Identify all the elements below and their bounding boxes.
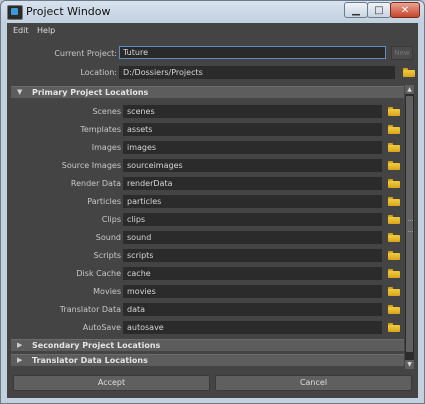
location-row-label: Source Images	[61, 161, 121, 170]
folder-icon[interactable]	[388, 107, 400, 116]
folder-icon[interactable]	[388, 215, 400, 224]
location-row-input[interactable]: data	[123, 303, 382, 316]
title-bar[interactable]: Project Window ▁ □ ✕	[1, 1, 424, 22]
location-row-input[interactable]: scripts	[123, 249, 382, 262]
scroll-down-icon[interactable]: ▼	[405, 360, 414, 369]
window-title: Project Window	[26, 5, 111, 18]
section-primary-title: Primary Project Locations	[32, 88, 149, 97]
cancel-button[interactable]: Cancel	[215, 375, 412, 391]
maximize-button[interactable]: □	[367, 2, 391, 18]
location-row-label: Clips	[101, 215, 121, 224]
location-row-input[interactable]: sourceimages	[123, 159, 382, 172]
project-window: Project Window ▁ □ ✕ Edit Help Current P…	[0, 0, 425, 404]
current-project-input[interactable]: Tuture	[119, 46, 386, 59]
location-input[interactable]: D:/Dossiers/Projects	[119, 66, 395, 79]
folder-icon[interactable]	[388, 287, 400, 296]
section-secondary-header[interactable]: ▶ Secondary Project Locations	[11, 339, 404, 351]
folder-icon[interactable]	[388, 305, 400, 314]
location-row-input[interactable]: renderData	[123, 177, 382, 190]
folder-icon[interactable]	[388, 251, 400, 260]
expand-arrow-icon: ▶	[17, 341, 23, 349]
location-row-label: Sound	[95, 233, 121, 242]
location-row-input[interactable]: sound	[123, 231, 382, 244]
folder-icon[interactable]	[388, 323, 400, 332]
location-row-label: Disk Cache	[76, 269, 121, 278]
folder-icon[interactable]	[388, 233, 400, 242]
location-row-input[interactable]: scenes	[123, 105, 382, 118]
minimize-button[interactable]: ▁	[344, 2, 368, 18]
folder-icon[interactable]	[403, 68, 415, 77]
location-row-input[interactable]: images	[123, 141, 382, 154]
location-row-label: Images	[91, 143, 121, 152]
menu-bar: Edit Help	[7, 23, 418, 39]
folder-icon[interactable]	[388, 143, 400, 152]
folder-icon[interactable]	[388, 125, 400, 134]
location-row-label: Scripts	[93, 251, 121, 260]
section-secondary-title: Secondary Project Locations	[32, 341, 161, 350]
location-row-label: Translator Data	[59, 305, 121, 314]
scroll-thumb[interactable]	[406, 96, 413, 352]
expand-arrow-icon: ▶	[17, 356, 23, 364]
location-row-label: AutoSave	[82, 323, 121, 332]
location-row-input[interactable]: particles	[123, 195, 382, 208]
location-row-input[interactable]: assets	[123, 123, 382, 136]
folder-icon[interactable]	[388, 161, 400, 170]
folder-icon[interactable]	[388, 197, 400, 206]
collapse-arrow-icon: ▼	[17, 88, 23, 96]
location-row-label: Particles	[87, 197, 121, 206]
menu-edit[interactable]: Edit	[13, 26, 29, 35]
close-icon: ✕	[400, 4, 410, 16]
app-icon	[7, 5, 23, 20]
section-translator-title: Translator Data Locations	[32, 356, 148, 365]
location-row-label: Render Data	[70, 179, 121, 188]
accept-button[interactable]: Accept	[13, 375, 210, 391]
location-row-label: Scenes	[92, 107, 121, 116]
location-row-label: Templates	[80, 125, 121, 134]
location-row-input[interactable]: cache	[123, 267, 382, 280]
location-row-input[interactable]: autosave	[123, 321, 382, 334]
close-button[interactable]: ✕	[390, 2, 420, 18]
menu-help[interactable]: Help	[37, 26, 55, 35]
section-primary-header[interactable]: ▼ Primary Project Locations	[11, 86, 404, 98]
maximize-icon: □	[374, 4, 384, 16]
new-project-button[interactable]: New	[391, 46, 413, 60]
current-project-label: Current Project:	[54, 49, 117, 58]
location-row-label: Movies	[93, 287, 121, 296]
location-row-input[interactable]: clips	[123, 213, 382, 226]
location-row-input[interactable]: movies	[123, 285, 382, 298]
location-label: Location:	[80, 68, 117, 77]
folder-icon[interactable]	[388, 269, 400, 278]
primary-locations-panel: Scenes scenes Templates assets Images images S…	[11, 99, 404, 337]
minimize-icon: ▁	[352, 4, 360, 16]
window-client-area: Edit Help Current Project: Tuture New Lo…	[7, 23, 418, 398]
folder-icon[interactable]	[388, 179, 400, 188]
section-translator-header[interactable]: ▶ Translator Data Locations	[11, 354, 404, 366]
scroll-up-icon[interactable]: ▲	[405, 85, 414, 94]
vertical-scrollbar[interactable]: ▲ ▼	[405, 85, 414, 369]
